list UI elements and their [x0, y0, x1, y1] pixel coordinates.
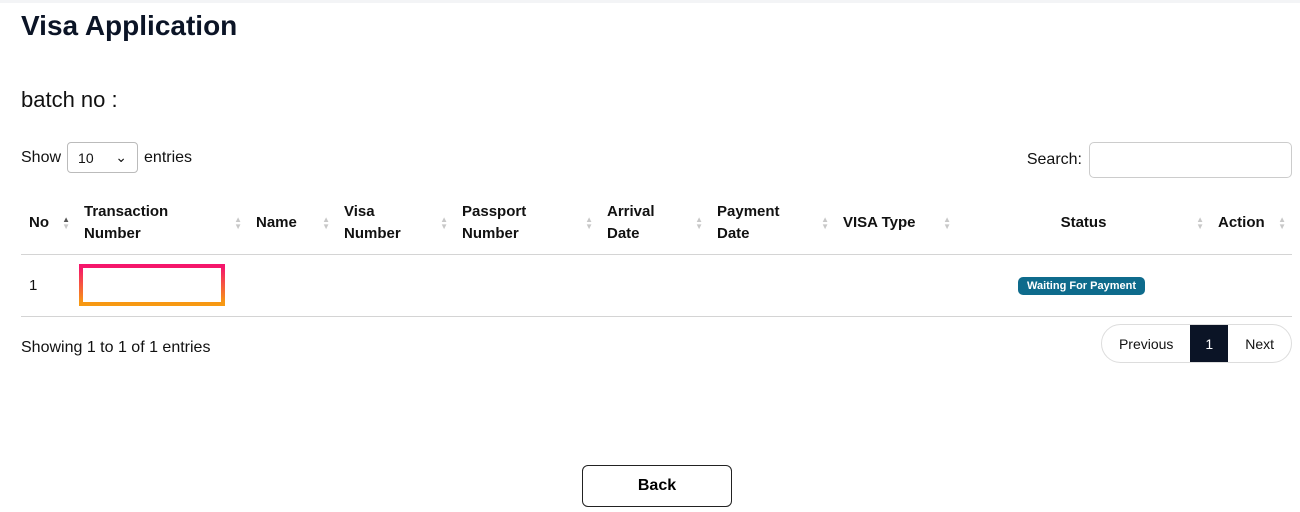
cell-visa-type	[835, 254, 957, 317]
sort-icon: ▲ ▼	[585, 214, 593, 231]
entries-length: Show 10 ⌄ entries	[21, 142, 192, 173]
page-title: Visa Application	[21, 10, 238, 41]
col-visa-type[interactable]: VISA Type ▲ ▼	[835, 192, 957, 255]
cell-arrival-date	[599, 254, 709, 317]
sort-icon: ▲ ▼	[1278, 214, 1286, 231]
sort-icon: ▲ ▼	[234, 214, 242, 231]
entries-label: entries	[144, 148, 193, 166]
batch-label: batch no :	[21, 87, 118, 112]
status-badge: Waiting For Payment	[1018, 276, 1145, 295]
col-name[interactable]: Name ▲ ▼	[248, 192, 336, 255]
sort-icon: ▲ ▼	[322, 214, 330, 231]
col-transaction-number[interactable]: Transaction Number ▲ ▼	[76, 192, 248, 255]
sort-icon: ▲ ▼	[62, 214, 70, 231]
search-label: Search:	[1026, 151, 1082, 168]
show-label: Show	[21, 148, 62, 166]
previous-button[interactable]: Previous	[1102, 325, 1190, 362]
table-info: Showing 1 to 1 of 1 entries	[21, 339, 211, 356]
table-row: 1 Waiting For Payment	[21, 254, 1292, 317]
cell-action	[1210, 254, 1292, 317]
col-status[interactable]: Status ▲ ▼	[957, 192, 1210, 255]
highlight-box	[79, 264, 225, 306]
search-input[interactable]	[1089, 142, 1292, 178]
visa-table: No ▲ ▼ Transaction Number ▲ ▼ Name ▲ ▼ Visa Nu…	[21, 192, 1292, 317]
col-no[interactable]: No ▲ ▼	[21, 192, 76, 255]
top-border	[0, 0, 1300, 3]
cell-no: 1	[21, 254, 76, 317]
back-button[interactable]: Back	[582, 465, 732, 507]
search: Search:	[1027, 142, 1292, 178]
cell-payment-date	[709, 254, 835, 317]
sort-icon: ▲ ▼	[695, 214, 703, 231]
cell-status: Waiting For Payment	[957, 254, 1210, 317]
entries-select[interactable]: 10 ⌄	[67, 142, 139, 173]
cell-passport-number	[454, 254, 599, 317]
cell-name	[248, 254, 336, 317]
col-payment-date[interactable]: Payment Date ▲ ▼	[709, 192, 835, 255]
cell-transaction-number	[76, 254, 248, 317]
page-1-button[interactable]: 1	[1190, 325, 1229, 362]
sort-icon: ▲ ▼	[1196, 214, 1204, 231]
sort-icon: ▲ ▼	[440, 214, 448, 231]
pagination: Previous 1 Next	[1100, 324, 1292, 363]
col-action[interactable]: Action ▲ ▼	[1210, 192, 1292, 255]
cell-visa-number	[336, 254, 454, 317]
sort-icon: ▲ ▼	[943, 214, 951, 231]
col-passport-number[interactable]: Passport Number ▲ ▼	[454, 192, 599, 255]
col-arrival-date[interactable]: Arrival Date ▲ ▼	[599, 192, 709, 255]
sort-icon: ▲ ▼	[821, 214, 829, 231]
col-visa-number[interactable]: Visa Number ▲ ▼	[336, 192, 454, 255]
next-button[interactable]: Next	[1228, 325, 1291, 362]
chevron-down-icon: ⌄	[115, 149, 128, 165]
entries-value: 10	[78, 149, 94, 166]
